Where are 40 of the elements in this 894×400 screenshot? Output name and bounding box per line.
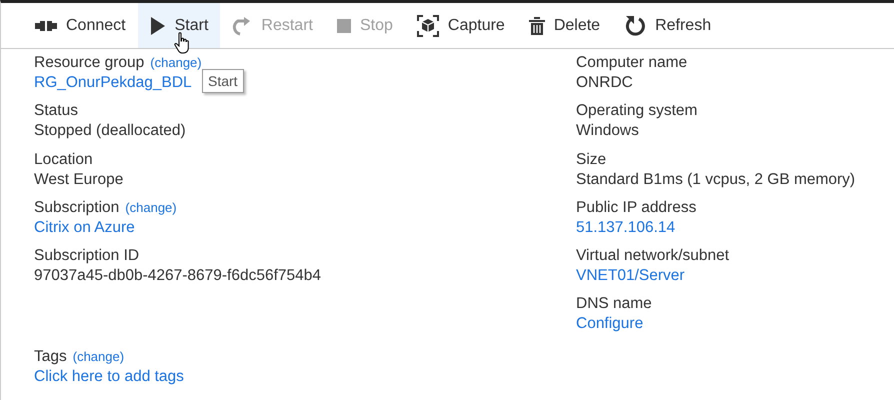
field-value: ONRDC xyxy=(576,74,633,91)
field-label: Operating system xyxy=(576,101,698,122)
field-label: Virtual network/subnet xyxy=(576,246,730,266)
change-link[interactable]: (change) xyxy=(150,53,202,73)
play-icon xyxy=(150,16,166,36)
value-link[interactable]: VNET01/Server xyxy=(576,267,685,284)
field-label: Tags xyxy=(34,346,67,367)
restart-icon xyxy=(232,16,252,36)
value-link[interactable]: Click here to add tags xyxy=(34,368,184,385)
change-link[interactable]: (change) xyxy=(125,198,177,218)
field-label: Computer name xyxy=(576,53,688,73)
refresh-icon xyxy=(624,14,646,36)
field-label: Subscription xyxy=(34,198,120,218)
value-link[interactable]: Citrix on Azure xyxy=(34,218,135,236)
field-value: 97037a45-db0b-4267-8679-f6dc56f754b4 xyxy=(34,267,321,284)
connector-icon xyxy=(35,18,57,32)
field-value: Windows xyxy=(576,122,639,140)
field-label: Status xyxy=(34,101,78,122)
hand-pointer-icon xyxy=(174,32,190,54)
tooltip: Start xyxy=(202,69,244,93)
value-link[interactable]: Configure xyxy=(576,315,644,332)
field-label: Subscription ID xyxy=(34,246,140,266)
field-label: Location xyxy=(34,150,93,170)
stop-icon xyxy=(336,18,351,32)
value-link[interactable]: RG_OnurPekdag_BDL xyxy=(34,74,192,91)
field-label: DNS name xyxy=(576,294,652,314)
toolbar-button[interactable]: Capture xyxy=(404,3,517,48)
trash-icon xyxy=(528,16,545,34)
toolbar-button[interactable]: Refresh xyxy=(612,3,724,48)
toolbar-button[interactable]: Delete xyxy=(516,3,612,48)
field-label: Size xyxy=(576,150,606,170)
field-value: Standard B1ms (1 vcpus, 2 GB memory) xyxy=(576,170,856,188)
field-value: Stopped (deallocated) xyxy=(34,122,186,140)
field-label: Public IP address xyxy=(576,198,696,218)
value-link[interactable]: 51.137.106.14 xyxy=(576,218,676,236)
field-value: West Europe xyxy=(34,170,124,188)
field-label: Resource group xyxy=(34,53,144,73)
change-link[interactable]: (change) xyxy=(72,346,124,367)
toolbar-button[interactable]: Connect xyxy=(23,3,138,48)
capture-icon xyxy=(416,14,439,36)
